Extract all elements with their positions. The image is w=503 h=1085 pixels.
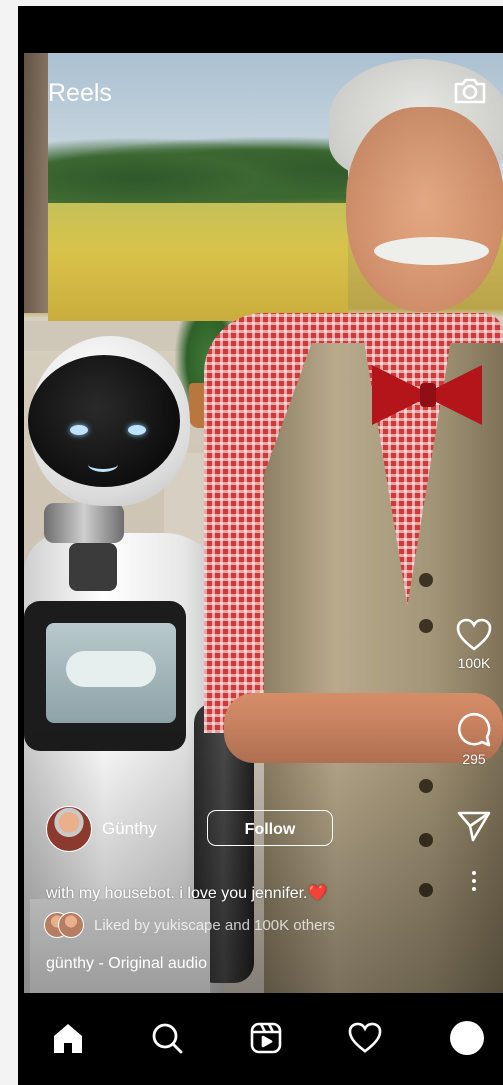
status-bar <box>18 6 503 53</box>
author-name[interactable]: Günthy <box>102 819 157 839</box>
search-icon <box>152 1023 183 1054</box>
camera-icon[interactable] <box>452 72 488 108</box>
bottom-tab-bar <box>18 993 503 1085</box>
author-row: Günthy Follow <box>46 806 376 856</box>
reels-icon <box>250 1022 282 1054</box>
comment-count: 295 <box>462 751 486 767</box>
home-icon <box>54 1024 82 1053</box>
follow-button[interactable]: Follow <box>207 810 333 846</box>
audio-label[interactable]: günthy - Original audio <box>46 955 207 973</box>
tab-home[interactable] <box>43 1013 93 1063</box>
more-button[interactable] <box>448 870 500 892</box>
more-vertical-icon <box>472 871 476 891</box>
caption[interactable]: with my housebot. i love you jennifer.❤️ <box>46 883 327 903</box>
tab-activity[interactable] <box>340 1013 390 1063</box>
video-gradient-overlay <box>24 53 503 999</box>
profile-avatar <box>450 1021 484 1055</box>
comment-button[interactable]: 295 <box>448 712 500 767</box>
send-icon <box>457 811 491 842</box>
reel-video[interactable] <box>24 53 503 999</box>
liker-avatar <box>58 912 84 938</box>
caption-text: with my housebot. i love you jennifer. <box>46 885 308 902</box>
share-button[interactable] <box>448 810 500 842</box>
heart-icon <box>348 1022 382 1053</box>
avatar[interactable] <box>46 806 92 852</box>
like-count: 100K <box>457 655 491 671</box>
liked-by-text: Liked by yukiscape and 100K others <box>94 917 335 934</box>
tab-reels[interactable] <box>241 1013 291 1063</box>
heart-icon <box>456 618 492 651</box>
tab-profile[interactable] <box>442 1013 492 1063</box>
phone-screen: Reels 100K 295 Günthy Follow with my hou… <box>18 6 503 1085</box>
page-title: Reels <box>48 79 112 107</box>
comment-icon <box>457 712 491 747</box>
like-button[interactable]: 100K <box>448 618 500 671</box>
heart-emoji: ❤️ <box>307 885 328 902</box>
tab-search[interactable] <box>142 1013 192 1063</box>
